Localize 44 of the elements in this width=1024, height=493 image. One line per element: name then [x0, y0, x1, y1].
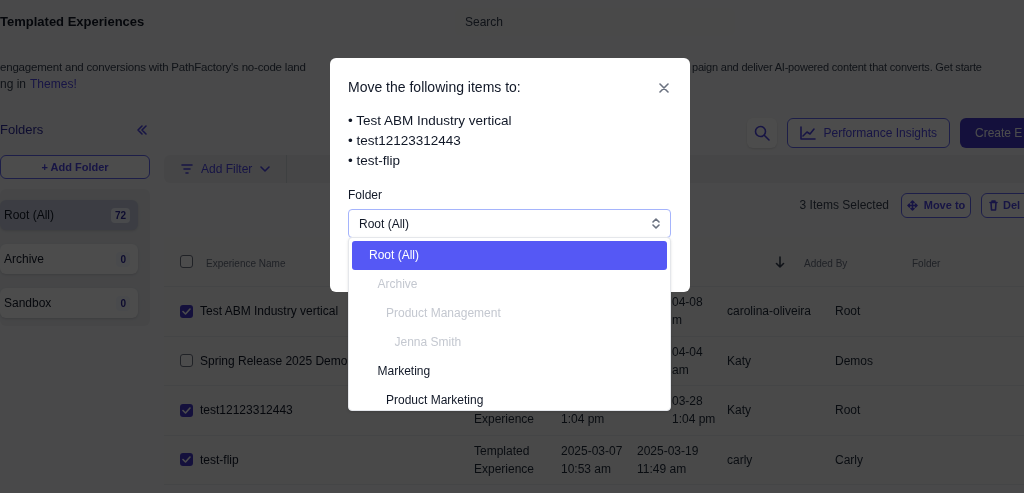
folder-option: Jenna Smith — [349, 328, 670, 357]
table-cell: 04-04 — [672, 344, 703, 359]
table-cell: 04-08 — [672, 295, 703, 310]
table-cell: m — [672, 313, 682, 328]
item-text: • test-flip — [348, 152, 401, 170]
table-cell-text: Katy — [727, 402, 751, 420]
up-down-caret-icon — [652, 218, 660, 229]
page-title: Templated Experiences — [0, 13, 146, 32]
description-text: ng in — [0, 76, 27, 93]
table-cell-text: Katy — [727, 352, 751, 370]
table-cell: 11:49 am — [637, 461, 687, 476]
table-cell: 1:04 pm — [561, 412, 605, 427]
item-text: • Test ABM Industry vertical — [348, 112, 513, 130]
table-cell: 2025-03-19 — [637, 443, 699, 458]
folder-option: Product Management — [349, 299, 670, 328]
experience-name: test12123312443 — [200, 402, 293, 420]
folder-option[interactable]: Product Marketing — [349, 386, 670, 410]
folder-option: Archive — [349, 270, 670, 299]
experience-name: Spring Release 2025 Demo — [200, 352, 348, 370]
table-cell-text: carly — [727, 451, 753, 469]
field-label: Folder — [348, 187, 383, 204]
table-cell-text: Demos — [835, 352, 873, 370]
table-cell: 03-28 — [672, 394, 703, 409]
table-cell-text: Root — [835, 402, 861, 420]
selection-count: 3 Items Selected — [799, 197, 889, 214]
table-cell: Experience — [474, 461, 535, 476]
experience-name: test-flip — [200, 451, 239, 469]
table-cell: 1:04 pm — [672, 412, 716, 427]
table-cell-text: Root — [835, 303, 861, 321]
table-cell: 2025-03-07 — [561, 443, 623, 458]
folder-option[interactable]: Marketing — [349, 357, 670, 386]
table-cell: am — [672, 362, 689, 377]
item-text: • test12123312443 — [348, 132, 462, 150]
sidebar-title: Folders — [0, 121, 44, 140]
table-cell: Experience — [474, 412, 535, 427]
table-cell-text: carolina-oliveira — [727, 303, 812, 321]
close-button[interactable] — [657, 80, 671, 95]
table-cell: 10:53 am — [561, 461, 612, 476]
table-cell: Templated — [474, 443, 530, 458]
dialog-title: Move the following items to: — [348, 78, 521, 97]
experience-name: Test ABM Industry vertical — [200, 303, 339, 321]
table-cell-text: Carly — [835, 451, 863, 469]
close-icon — [659, 82, 669, 93]
folder-option[interactable]: Root (All) — [352, 241, 667, 270]
